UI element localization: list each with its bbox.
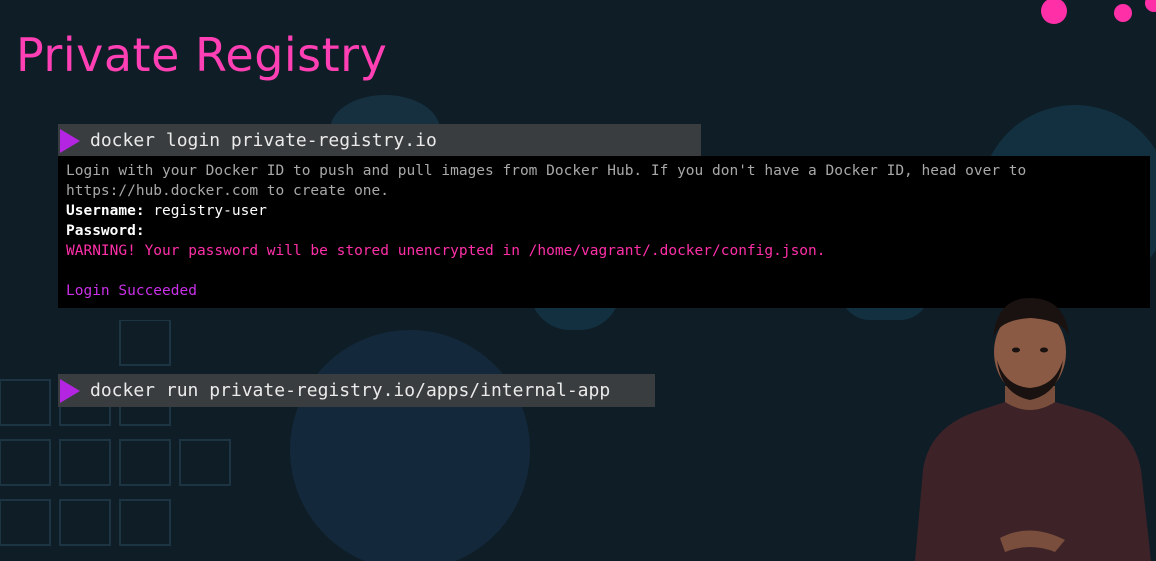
run-command-bar: docker run private-registry.io/apps/inte… xyxy=(58,374,655,407)
terminal-password-line: Password: xyxy=(66,221,1142,241)
triangle-play-icon xyxy=(60,128,80,153)
decorative-dot xyxy=(1041,0,1067,24)
decorative-dot xyxy=(1145,0,1156,12)
presenter-video xyxy=(915,298,1151,561)
background-decoration xyxy=(290,330,530,561)
slide-title: Private Registry xyxy=(16,28,388,82)
background-grid-decoration xyxy=(0,320,231,546)
terminal-info-line: https://hub.docker.com to create one. xyxy=(66,183,390,199)
terminal-info-line: Login with your Docker ID to push and pu… xyxy=(66,163,1027,179)
username-label: Username: xyxy=(66,203,145,219)
login-command-bar: docker login private-registry.io xyxy=(58,124,701,157)
run-command-text: docker run private-registry.io/apps/inte… xyxy=(90,380,611,401)
username-value: registry-user xyxy=(153,203,267,219)
terminal-output: Login with your Docker ID to push and pu… xyxy=(58,156,1150,308)
terminal-username-line: Username: registry-user xyxy=(66,201,1142,221)
triangle-play-icon xyxy=(60,378,80,403)
decorative-dot xyxy=(1114,4,1132,22)
terminal-warning-line: WARNING! Your password will be stored un… xyxy=(66,243,826,259)
login-command-text: docker login private-registry.io xyxy=(90,130,437,151)
password-label: Password: xyxy=(66,223,145,239)
